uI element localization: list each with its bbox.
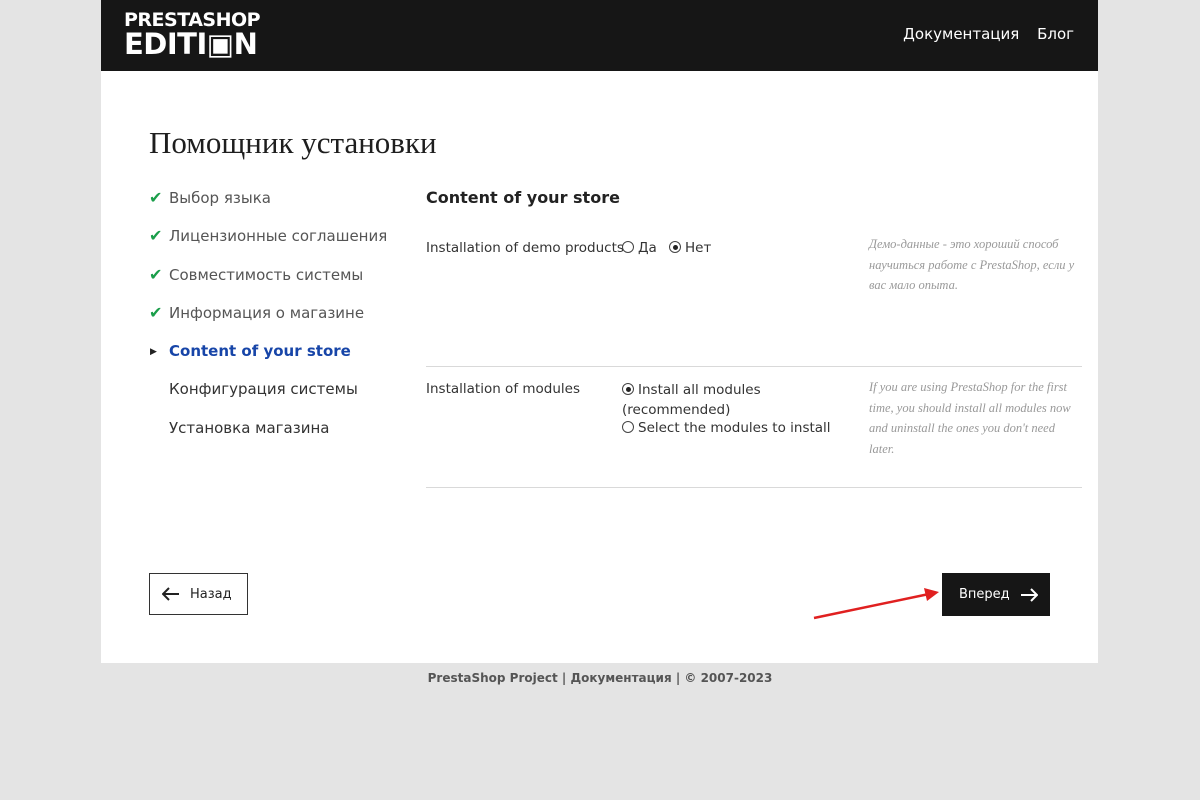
modules-label: Installation of modules	[426, 381, 580, 397]
step-label: Совместимость системы	[169, 265, 364, 284]
demo-help-text: Демо-данные - это хороший способ научить…	[869, 237, 1075, 292]
step-system-config: Конфигурация системы	[149, 379, 409, 417]
next-button[interactable]: Вперед	[942, 573, 1050, 616]
step-license: ✔ Лицензионные соглашения	[149, 226, 409, 264]
demo-no-option[interactable]: Нет	[669, 240, 711, 256]
select-modules-radio[interactable]	[622, 421, 634, 433]
step-store-info: ✔ Информация о магазине	[149, 303, 409, 341]
installer-panel: Помощник установки ✔ Выбор языка ✔ Лицен…	[101, 71, 1098, 663]
demo-yes-option[interactable]: Да	[622, 240, 657, 256]
step-label: Конфигурация системы	[169, 380, 358, 399]
footer: PrestaShop Project | Документация | © 20…	[427, 671, 773, 685]
step-language: ✔ Выбор языка	[149, 188, 409, 226]
demo-products-row: Installation of demo products Да Нет Дем…	[426, 229, 1082, 367]
install-all-option[interactable]: Install all modules (recommended)	[622, 380, 782, 420]
content-form: Content of your store Installation of de…	[426, 188, 1082, 488]
demo-yes-label[interactable]: Да	[638, 240, 657, 256]
demo-no-radio[interactable]	[669, 241, 681, 253]
red-annotation-arrow	[813, 588, 939, 620]
select-modules-option[interactable]: Select the modules to install	[622, 420, 831, 436]
prestashop-logo[interactable]: PRESTASHOP EDITI▣N	[124, 11, 261, 61]
step-compatibility: ✔ Совместимость системы	[149, 265, 409, 303]
check-icon: ✔	[149, 302, 163, 322]
back-button-label: Назад	[190, 586, 232, 602]
check-icon: ✔	[149, 264, 163, 284]
step-label: Лицензионные соглашения	[169, 227, 388, 246]
next-button-label: Вперед	[959, 587, 1010, 602]
top-nav: Документация Блог	[890, 25, 1074, 43]
step-label: Информация о магазине	[169, 303, 365, 322]
page-title: Помощник установки	[149, 125, 437, 160]
arrow-left-icon	[162, 587, 179, 601]
demo-products-label: Installation of demo products	[426, 240, 624, 256]
step-content-current: ▶ Content of your store	[149, 341, 409, 379]
nav-link-blog[interactable]: Блог	[1037, 25, 1074, 43]
step-label: Content of your store	[169, 342, 351, 361]
step-store-install: Установка магазина	[149, 418, 409, 456]
modules-row: Installation of modules Install all modu…	[426, 367, 1082, 488]
step-label: Выбор языка	[169, 189, 271, 207]
check-icon: ✔	[149, 188, 163, 207]
nav-link-documentation[interactable]: Документация	[903, 25, 1019, 43]
check-icon: ✔	[149, 226, 163, 246]
demo-yes-radio[interactable]	[622, 241, 634, 253]
section-title: Content of your store	[426, 188, 620, 207]
modules-help-text: If you are using PrestaShop for the firs…	[869, 380, 1071, 456]
install-all-label[interactable]: Install all modules (recommended)	[622, 382, 761, 418]
arrow-right-icon	[1020, 587, 1038, 602]
step-label: Установка магазина	[169, 418, 330, 437]
caret-right-icon: ▶	[150, 347, 157, 358]
logo-line-2: EDITI▣N	[124, 27, 258, 61]
steps-list: ✔ Выбор языка ✔ Лицензионные соглашения …	[149, 188, 409, 456]
select-modules-label[interactable]: Select the modules to install	[638, 420, 831, 436]
header-bar: PRESTASHOP EDITI▣N Документация Блог	[101, 0, 1098, 71]
install-all-radio[interactable]	[622, 383, 634, 395]
back-button[interactable]: Назад	[149, 573, 248, 615]
demo-no-label[interactable]: Нет	[685, 240, 711, 256]
